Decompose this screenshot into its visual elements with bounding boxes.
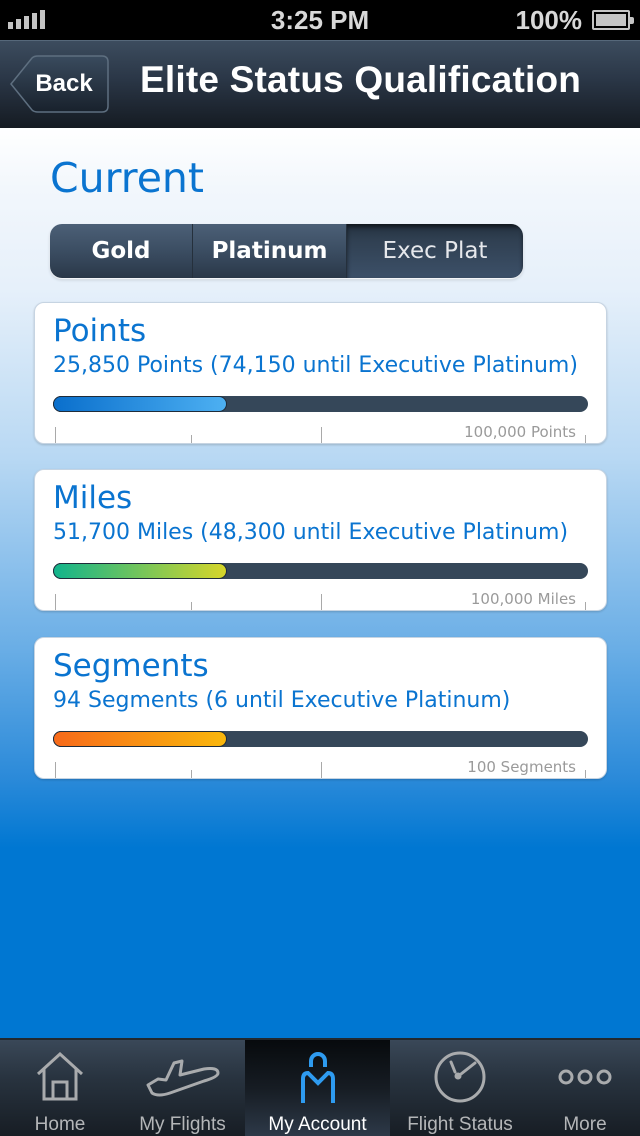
- tab-home[interactable]: Home: [0, 1040, 120, 1136]
- tab-more[interactable]: More: [530, 1040, 640, 1136]
- tick-mark: [191, 770, 192, 778]
- tick-mark: [585, 602, 586, 610]
- clock-icon: [433, 1046, 487, 1108]
- tab-my-account[interactable]: My Account: [245, 1040, 390, 1136]
- max-label: 100,000 Points: [464, 423, 576, 441]
- max-label: 100 Segments: [467, 758, 576, 776]
- card-detail: 51,700 Miles (48,300 until Executive Pla…: [53, 520, 569, 545]
- more-dots-icon: [558, 1046, 612, 1108]
- segment-exec-plat[interactable]: Exec Plat: [347, 224, 523, 278]
- card-detail: 94 Segments (6 until Executive Platinum): [53, 688, 511, 713]
- tick-mark: [585, 435, 586, 443]
- tab-label: Flight Status: [407, 1114, 513, 1135]
- tab-label: More: [563, 1114, 607, 1135]
- tick-mark: [321, 762, 322, 778]
- tab-my-flights[interactable]: My Flights: [120, 1040, 245, 1136]
- progress-bar: [53, 563, 588, 579]
- tab-flight-status[interactable]: Flight Status: [390, 1040, 530, 1136]
- page-title: Elite Status Qualification: [140, 59, 582, 100]
- progress-bar: [53, 396, 588, 412]
- content-area: Current Gold Platinum Exec Plat Points 2…: [0, 128, 640, 1038]
- max-label: 100,000 Miles: [470, 590, 576, 608]
- tick-mark: [191, 435, 192, 443]
- tab-label: My Account: [268, 1114, 367, 1135]
- back-label: Back: [35, 70, 93, 97]
- tab-bar: Home My Flights My Account Flight Status…: [0, 1038, 640, 1136]
- segments-card: Segments 94 Segments (6 until Executive …: [34, 637, 607, 779]
- progress-bar: [53, 731, 588, 747]
- miles-card: Miles 51,700 Miles (48,300 until Executi…: [34, 469, 607, 611]
- navigation-bar: Back Elite Status Qualification: [0, 40, 640, 128]
- tick-mark: [191, 602, 192, 610]
- tick-mark: [55, 427, 56, 443]
- person-icon: [298, 1046, 338, 1108]
- progress-fill: [53, 731, 227, 747]
- segment-gold[interactable]: Gold: [50, 224, 193, 278]
- card-detail: 25,850 Points (74,150 until Executive Pl…: [53, 353, 578, 378]
- home-icon: [35, 1046, 85, 1108]
- tier-segmented-control: Gold Platinum Exec Plat: [50, 224, 523, 278]
- progress-fill: [53, 563, 227, 579]
- tick-mark: [585, 770, 586, 778]
- tick-mark: [321, 427, 322, 443]
- section-title: Current: [50, 154, 204, 202]
- card-title: Miles: [53, 480, 133, 516]
- tick-mark: [55, 594, 56, 610]
- tab-label: Home: [34, 1114, 86, 1135]
- back-button[interactable]: Back: [10, 55, 110, 113]
- battery-percent: 100%: [515, 5, 583, 35]
- status-bar: 3:25 PM 100%: [0, 0, 640, 40]
- battery-full-icon: [592, 10, 634, 30]
- airplane-icon: [144, 1046, 222, 1108]
- tab-label: My Flights: [139, 1114, 226, 1135]
- card-title: Points: [53, 313, 147, 349]
- points-card: Points 25,850 Points (74,150 until Execu…: [34, 302, 607, 444]
- segment-platinum[interactable]: Platinum: [193, 224, 347, 278]
- tick-mark: [321, 594, 322, 610]
- card-title: Segments: [53, 648, 209, 684]
- progress-fill: [53, 396, 227, 412]
- tick-mark: [55, 762, 56, 778]
